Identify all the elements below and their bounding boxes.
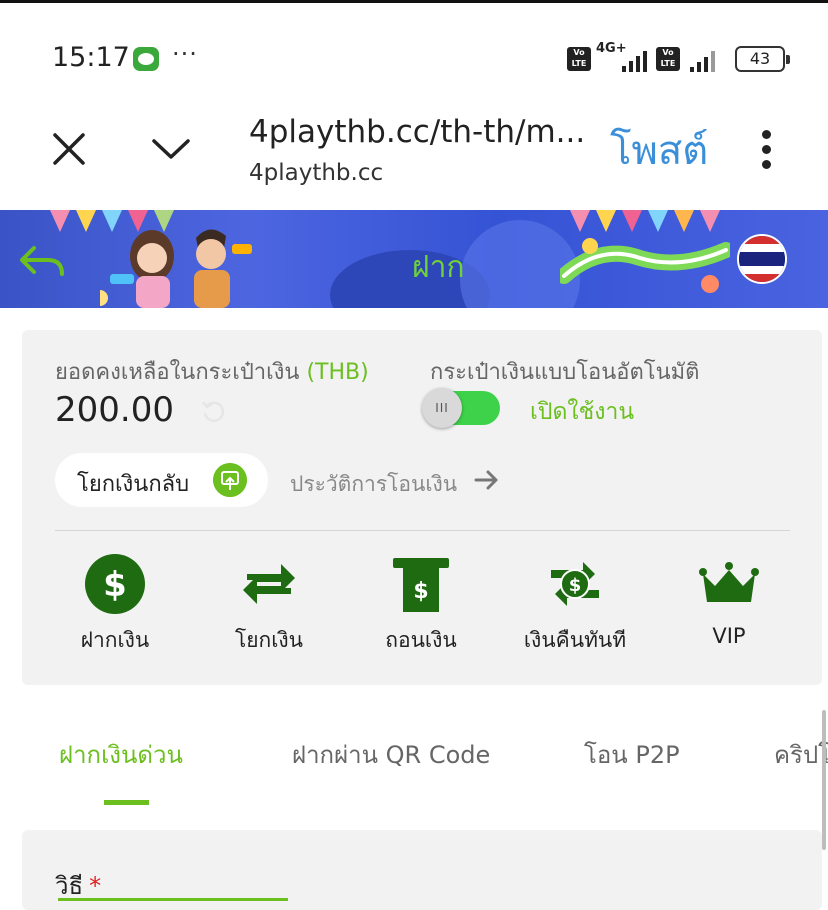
top-edge-line — [0, 0, 828, 3]
action-label: เงินคืนทันที — [523, 628, 627, 652]
swap-arrows-icon — [243, 564, 295, 604]
browser-toolbar: 4playthb.cc/th-th/m... 4playthb.cc โพสต์ — [0, 100, 828, 208]
action-vip[interactable]: VIP — [664, 552, 794, 662]
refresh-icon[interactable] — [200, 398, 228, 426]
balance-label-text: ยอดคงเหลือในกระเป๋าเงิน — [55, 360, 300, 385]
method-label-text: วิธี — [55, 872, 84, 900]
battery-icon: 43 — [735, 46, 790, 72]
balance-label: ยอดคงเหลือในกระเป๋าเงิน (THB) — [55, 354, 369, 389]
dollar-circle-icon: $ — [85, 554, 145, 614]
tab-p2p[interactable]: โอน P2P — [584, 735, 680, 774]
toggle-status-label: เปิดใช้งาน — [530, 399, 635, 425]
url-text[interactable]: 4playthb.cc/th-th/m... — [249, 114, 585, 150]
cashback-icon: $ — [551, 562, 599, 606]
section-divider — [55, 530, 790, 531]
auto-transfer-toggle[interactable]: III — [422, 388, 500, 428]
transfer-back-icon — [213, 463, 247, 497]
action-label: VIP — [712, 624, 746, 648]
action-label: โยกเงิน — [234, 628, 304, 652]
post-button[interactable]: โพสต์ — [610, 118, 708, 182]
status-time: 15:17 — [52, 42, 130, 73]
notification-overflow: ··· — [172, 40, 198, 68]
thailand-flag-icon[interactable] — [737, 234, 787, 284]
action-cashback[interactable]: $ เงินคืนทันที — [510, 552, 640, 662]
active-tab-indicator — [104, 800, 149, 805]
volte-icon: Vo LTE — [567, 47, 591, 71]
scrollbar[interactable] — [822, 710, 826, 850]
transfer-back-label: โยกเงินกลับ — [77, 472, 190, 497]
action-transfer[interactable]: โยกเงิน — [204, 552, 334, 662]
page-title: ฝาก — [412, 250, 465, 285]
method-card: วิธี * — [22, 830, 822, 910]
back-arrow-icon[interactable] — [18, 242, 68, 282]
songkran-festival-logo — [560, 238, 730, 293]
transfer-back-button[interactable]: โยกเงินกลับ — [55, 453, 268, 507]
chevron-down-icon[interactable] — [150, 135, 192, 163]
wallet-card: ยอดคงเหลือในกระเป๋าเงิน (THB) 200.00 กระ… — [22, 330, 822, 685]
signal-icon — [622, 50, 647, 72]
svg-text:$: $ — [413, 579, 428, 604]
svg-text:$: $ — [569, 575, 582, 596]
auto-transfer-label: กระเป๋าเงินแบบโอนอัตโนมัติ — [430, 360, 700, 385]
arrow-right-icon[interactable] — [474, 468, 500, 492]
toggle-knob: III — [422, 388, 462, 428]
status-bar: 15:17 ··· Vo LTE 4G+ Vo LTE 43 — [0, 38, 828, 82]
signal-icon-2 — [690, 50, 715, 72]
tab-qr-code[interactable]: ฝากผ่าน QR Code — [292, 735, 490, 774]
atm-withdraw-icon: $ — [393, 558, 449, 612]
currency-label: (THB) — [306, 360, 369, 385]
domain-text: 4playthb.cc — [249, 160, 384, 186]
svg-text:$: $ — [103, 565, 127, 605]
action-label: ถอนเงิน — [385, 628, 457, 652]
crown-icon — [699, 562, 759, 602]
close-icon[interactable] — [52, 132, 86, 166]
songkran-characters-illustration — [100, 229, 252, 308]
tab-express-deposit[interactable]: ฝากเงินด่วน — [59, 735, 183, 774]
more-options-icon[interactable] — [762, 130, 772, 170]
header-banner: ฝาก — [0, 210, 828, 308]
volte-icon-2: Vo LTE — [656, 47, 680, 71]
required-mark: * — [89, 872, 102, 900]
line-app-icon — [133, 47, 159, 71]
action-label: ฝากเงิน — [80, 628, 150, 652]
transfer-history-link[interactable]: ประวัติการโอนเงิน — [290, 468, 457, 501]
deposit-method-tabs: ฝากเงินด่วน ฝากผ่าน QR Code โอน P2P คริป… — [0, 715, 828, 815]
action-withdraw[interactable]: $ ถอนเงิน — [356, 552, 486, 662]
tab-crypto[interactable]: คริปโ — [774, 735, 828, 774]
balance-value: 200.00 — [55, 390, 174, 430]
action-deposit[interactable]: $ ฝากเงิน — [50, 552, 180, 662]
